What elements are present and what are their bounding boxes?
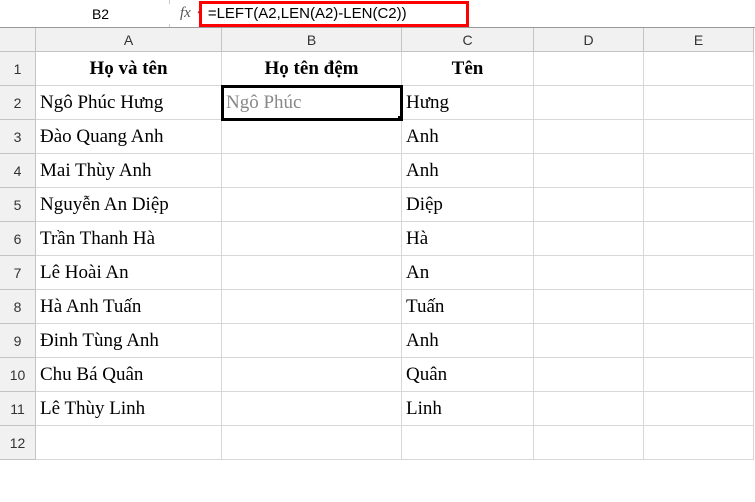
cell-e6[interactable]	[644, 222, 754, 256]
cell-a3[interactable]: Đào Quang Anh	[36, 120, 222, 154]
cell-c6[interactable]: Hà	[402, 222, 534, 256]
cell-e10[interactable]	[644, 358, 754, 392]
spreadsheet-grid: A B C D E 1 Họ và tên Họ tên đệm Tên 2 N…	[0, 28, 755, 460]
cell-c2[interactable]: Hưng	[402, 86, 534, 120]
cell-e9[interactable]	[644, 324, 754, 358]
row-header[interactable]: 5	[0, 188, 36, 222]
select-all-corner[interactable]	[0, 28, 36, 52]
col-header-b[interactable]: B	[222, 28, 402, 52]
cell-b2[interactable]: Ngô Phúc	[222, 86, 402, 120]
cell-b11[interactable]	[222, 392, 402, 426]
cell-d2[interactable]	[534, 86, 644, 120]
cell-c10[interactable]: Quân	[402, 358, 534, 392]
formula-input[interactable]: =LEFT(A2,LEN(A2)-LEN(C2))	[199, 1, 469, 27]
cell-c1[interactable]: Tên	[402, 52, 534, 86]
cell-e4[interactable]	[644, 154, 754, 188]
cell-c12[interactable]	[402, 426, 534, 460]
row-header[interactable]: 7	[0, 256, 36, 290]
cell-e3[interactable]	[644, 120, 754, 154]
cell-a12[interactable]	[36, 426, 222, 460]
row-header[interactable]: 12	[0, 426, 36, 460]
cell-e8[interactable]	[644, 290, 754, 324]
cell-a9[interactable]: Đinh Tùng Anh	[36, 324, 222, 358]
formula-bar: fx =LEFT(A2,LEN(A2)-LEN(C2))	[170, 1, 475, 27]
cell-c4[interactable]: Anh	[402, 154, 534, 188]
cell-a2[interactable]: Ngô Phúc Hưng	[36, 86, 222, 120]
row-header[interactable]: 10	[0, 358, 36, 392]
cell-d1[interactable]	[534, 52, 644, 86]
row-header[interactable]: 3	[0, 120, 36, 154]
cell-c7[interactable]: An	[402, 256, 534, 290]
cell-b8[interactable]	[222, 290, 402, 324]
row-header[interactable]: 2	[0, 86, 36, 120]
row-header[interactable]: 1	[0, 52, 36, 86]
cell-d6[interactable]	[534, 222, 644, 256]
row-header[interactable]: 8	[0, 290, 36, 324]
cell-b5[interactable]	[222, 188, 402, 222]
cell-d8[interactable]	[534, 290, 644, 324]
cell-a4[interactable]: Mai Thùy Anh	[36, 154, 222, 188]
row-header[interactable]: 4	[0, 154, 36, 188]
col-header-a[interactable]: A	[36, 28, 222, 52]
cell-a11[interactable]: Lê Thùy Linh	[36, 392, 222, 426]
cell-c8[interactable]: Tuấn	[402, 290, 534, 324]
cell-b6[interactable]	[222, 222, 402, 256]
name-box-wrap	[0, 0, 170, 27]
cell-e2[interactable]	[644, 86, 754, 120]
col-header-d[interactable]: D	[534, 28, 644, 52]
row-header[interactable]: 6	[0, 222, 36, 256]
cell-b3[interactable]	[222, 120, 402, 154]
cell-b1[interactable]: Họ tên đệm	[222, 52, 402, 86]
cell-b9[interactable]	[222, 324, 402, 358]
cell-d3[interactable]	[534, 120, 644, 154]
cell-d9[interactable]	[534, 324, 644, 358]
cell-d10[interactable]	[534, 358, 644, 392]
cell-e5[interactable]	[644, 188, 754, 222]
cell-d7[interactable]	[534, 256, 644, 290]
cell-a5[interactable]: Nguyễn An Diệp	[36, 188, 222, 222]
cell-e1[interactable]	[644, 52, 754, 86]
formula-bar-row: fx =LEFT(A2,LEN(A2)-LEN(C2))	[0, 0, 755, 28]
cell-a10[interactable]: Chu Bá Quân	[36, 358, 222, 392]
cell-e7[interactable]	[644, 256, 754, 290]
name-box[interactable]	[4, 4, 197, 24]
cell-c3[interactable]: Anh	[402, 120, 534, 154]
cell-a7[interactable]: Lê Hoài An	[36, 256, 222, 290]
cell-c5[interactable]: Diệp	[402, 188, 534, 222]
cell-a1[interactable]: Họ và tên	[36, 52, 222, 86]
cell-b10[interactable]	[222, 358, 402, 392]
cell-b12[interactable]	[222, 426, 402, 460]
cell-d4[interactable]	[534, 154, 644, 188]
cell-e12[interactable]	[644, 426, 754, 460]
cell-e11[interactable]	[644, 392, 754, 426]
cell-d12[interactable]	[534, 426, 644, 460]
row-header[interactable]: 11	[0, 392, 36, 426]
cell-d5[interactable]	[534, 188, 644, 222]
cell-c11[interactable]: Linh	[402, 392, 534, 426]
fx-icon[interactable]: fx	[176, 5, 195, 22]
cell-a6[interactable]: Trần Thanh Hà	[36, 222, 222, 256]
col-header-e[interactable]: E	[644, 28, 754, 52]
cell-b7[interactable]	[222, 256, 402, 290]
row-header[interactable]: 9	[0, 324, 36, 358]
cell-b4[interactable]	[222, 154, 402, 188]
cell-a8[interactable]: Hà Anh Tuấn	[36, 290, 222, 324]
cell-d11[interactable]	[534, 392, 644, 426]
cell-c9[interactable]: Anh	[402, 324, 534, 358]
col-header-c[interactable]: C	[402, 28, 534, 52]
